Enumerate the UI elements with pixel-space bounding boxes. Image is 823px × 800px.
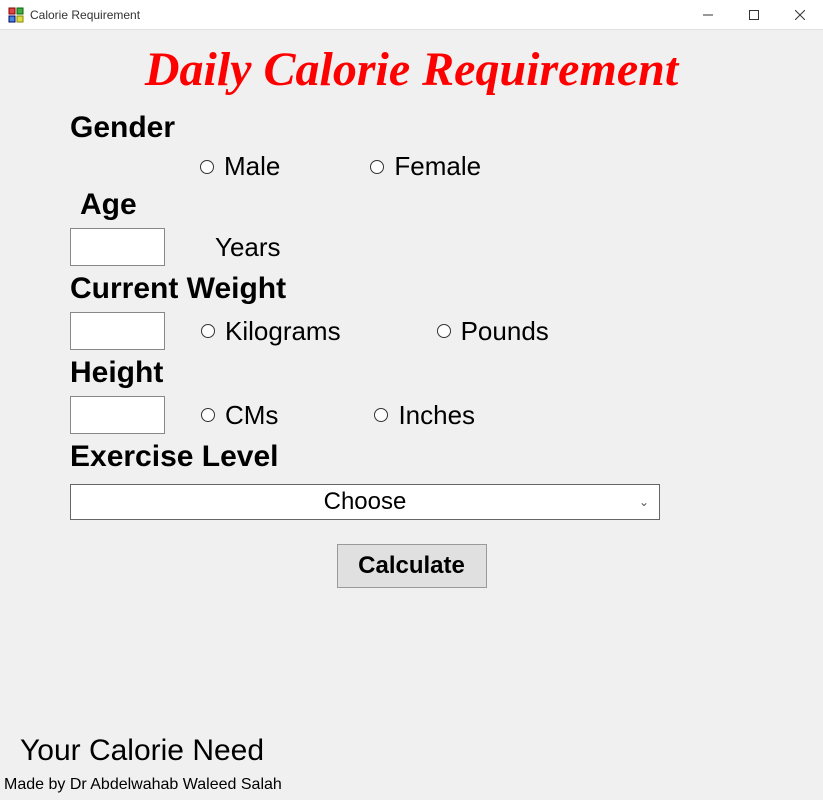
credit-text: Made by Dr Abdelwahab Waleed Salah xyxy=(4,776,282,794)
calculate-button[interactable]: Calculate xyxy=(337,544,487,588)
weight-kg-label: Kilograms xyxy=(225,316,341,347)
weight-kg-radio[interactable]: Kilograms xyxy=(201,316,341,347)
exercise-dropdown[interactable]: Choose ⌄ xyxy=(70,484,660,520)
height-label: Height xyxy=(70,356,753,390)
minimize-button[interactable] xyxy=(685,0,731,30)
gender-male-radio[interactable]: Male xyxy=(200,151,280,182)
age-unit-label: Years xyxy=(215,232,281,263)
exercise-label: Exercise Level xyxy=(70,440,753,474)
height-cm-radio[interactable]: CMs xyxy=(201,400,278,431)
height-in-radio[interactable]: Inches xyxy=(374,400,475,431)
radio-icon xyxy=(201,408,215,422)
form-area: Gender Male Female Age Years Current Wei… xyxy=(0,111,823,588)
weight-input[interactable] xyxy=(70,312,165,350)
weight-lb-radio[interactable]: Pounds xyxy=(437,316,549,347)
weight-lb-label: Pounds xyxy=(461,316,549,347)
radio-icon xyxy=(437,324,451,338)
radio-icon xyxy=(201,324,215,338)
titlebar: Calorie Requirement xyxy=(0,0,823,30)
app-icon xyxy=(8,7,24,23)
maximize-button[interactable] xyxy=(731,0,777,30)
height-input[interactable] xyxy=(70,396,165,434)
close-button[interactable] xyxy=(777,0,823,30)
gender-male-label: Male xyxy=(224,151,280,182)
close-icon xyxy=(795,10,805,20)
age-label: Age xyxy=(80,188,753,222)
maximize-icon xyxy=(749,10,759,20)
age-row: Years xyxy=(70,228,753,266)
gender-row: Male Female xyxy=(200,151,753,182)
weight-row: Kilograms Pounds xyxy=(70,312,753,350)
page-title: Daily Calorie Requirement xyxy=(0,30,823,105)
radio-icon xyxy=(374,408,388,422)
height-row: CMs Inches xyxy=(70,396,753,434)
result-label: Your Calorie Need xyxy=(20,734,264,768)
gender-label: Gender xyxy=(70,111,753,145)
gender-female-label: Female xyxy=(394,151,481,182)
weight-label: Current Weight xyxy=(70,272,753,306)
age-input[interactable] xyxy=(70,228,165,266)
exercise-selected-text: Choose xyxy=(324,488,407,516)
height-cm-label: CMs xyxy=(225,400,278,431)
gender-female-radio[interactable]: Female xyxy=(370,151,481,182)
radio-icon xyxy=(370,160,384,174)
window-title: Calorie Requirement xyxy=(30,8,140,22)
minimize-icon xyxy=(703,10,713,20)
content-area: Daily Calorie Requirement Gender Male Fe… xyxy=(0,30,823,800)
height-in-label: Inches xyxy=(398,400,475,431)
radio-icon xyxy=(200,160,214,174)
chevron-down-icon: ⌄ xyxy=(639,495,649,509)
